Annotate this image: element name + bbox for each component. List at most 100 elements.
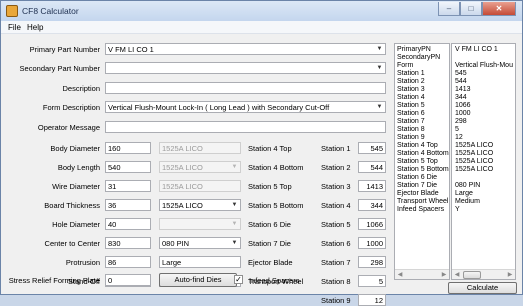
form-description-select[interactable]: Vertical Flush-Mount Lock-In ( Long Lead… [105, 101, 386, 113]
body-length-label: Body Length [57, 163, 100, 172]
summary-value: Large [455, 190, 473, 197]
scroll-thumb[interactable] [463, 271, 481, 279]
station-label: Station 5 [321, 220, 351, 229]
center-to-center-die-value: 080 PIN [162, 239, 190, 248]
hole-diameter-input[interactable]: 40 [105, 218, 151, 230]
wire-diameter-die-value: 1525A LICO [162, 182, 203, 191]
secondary-part-select[interactable]: ▼ [105, 62, 386, 74]
description-label: Description [62, 84, 100, 93]
station-value-input[interactable]: 344 [358, 199, 386, 211]
body-length-input[interactable]: 540 [105, 161, 151, 173]
menu-help[interactable]: Help [27, 23, 43, 32]
body-diameter-die-select[interactable]: 1525A LICO [159, 142, 241, 154]
board-thickness-input[interactable]: 36 [105, 199, 151, 211]
tooling-label: Station 7 Die [248, 239, 291, 248]
station-label: Station 9 [321, 296, 351, 305]
dropdown-arrow-icon[interactable]: ▼ [374, 102, 385, 112]
main-window: CF8 Calculator – □ ✕ File Help Primary P… [0, 0, 523, 306]
menu-file[interactable]: File [8, 23, 21, 32]
summary-value: 1525A LICO [455, 150, 494, 157]
tooling-label: Station 4 Top [248, 144, 292, 153]
protrusion-die-select[interactable]: Large [159, 256, 241, 268]
station-value-input[interactable]: 544 [358, 161, 386, 173]
primary-part-value: V FM LI CO 1 [108, 45, 154, 54]
summary-value: 1413 [455, 86, 471, 93]
summary-key: Station 4 Bottom [397, 150, 449, 157]
form-description-label: Form Description [42, 103, 100, 112]
station-value-input[interactable]: 5 [358, 275, 386, 287]
station-value-input[interactable]: 545 [358, 142, 386, 154]
values-hscroll[interactable]: ◀ ▶ [452, 269, 515, 279]
infeed-spacers-label: Infeed Spacers [249, 276, 300, 285]
menu-bar: File Help [1, 21, 522, 34]
close-button[interactable]: ✕ [482, 2, 516, 16]
window-controls: – □ ✕ [438, 2, 516, 16]
dropdown-arrow-icon[interactable]: ▼ [229, 162, 240, 172]
center-to-center-label: Center to Center [44, 239, 100, 248]
station-value-input[interactable]: 1413 [358, 180, 386, 192]
board-thickness-label: Board Thickness [44, 201, 100, 210]
calculate-button[interactable]: Calculate [448, 282, 517, 294]
body-diameter-input[interactable]: 160 [105, 142, 151, 154]
wire-diameter-die-select[interactable]: 1525A LICO [159, 180, 241, 192]
operator-message-input[interactable] [105, 121, 386, 133]
scroll-left-icon[interactable]: ◀ [395, 270, 405, 279]
scroll-left-icon[interactable]: ◀ [452, 270, 462, 279]
summary-key: SecondaryPN [397, 54, 441, 61]
dropdown-arrow-icon[interactable]: ▼ [374, 63, 385, 73]
summary-key: Station 6 [397, 110, 425, 117]
operator-message-label: Operator Message [37, 123, 100, 132]
summary-key: Form [397, 62, 414, 69]
station-label: Station 1 [321, 144, 351, 153]
wire-diameter-label: Wire Diameter [52, 182, 100, 191]
station-value-input[interactable]: 298 [358, 256, 386, 268]
dropdown-arrow-icon[interactable]: ▼ [229, 219, 240, 229]
body-length-die-select[interactable]: 1525A LICO ▼ [159, 161, 241, 173]
center-to-center-die-select[interactable]: 080 PIN ▼ [159, 237, 241, 249]
description-input[interactable] [105, 82, 386, 94]
minimize-button[interactable]: – [438, 2, 460, 16]
dropdown-arrow-icon[interactable]: ▼ [229, 238, 240, 248]
dropdown-arrow-icon[interactable]: ▼ [229, 200, 240, 210]
protrusion-input[interactable]: 86 [105, 256, 151, 268]
summary-key: Station 2 [397, 78, 425, 85]
infeed-spacers-checkbox[interactable]: ✓ [234, 275, 243, 284]
station-label: Station 4 [321, 201, 351, 210]
auto-find-dies-button[interactable]: Auto-find Dies [159, 273, 237, 287]
secondary-part-label: Secondary Part Number [19, 64, 100, 73]
summary-key: Station 5 [397, 102, 425, 109]
summary-key: Station 6 Die [397, 174, 438, 181]
scroll-right-icon[interactable]: ▶ [439, 270, 449, 279]
center-to-center-input[interactable]: 830 [105, 237, 151, 249]
protrusion-die-value: Large [162, 258, 182, 267]
board-thickness-die-value: 1525A LICO [162, 201, 203, 210]
station-value-input[interactable]: 1066 [358, 218, 386, 230]
dropdown-arrow-icon[interactable]: ▼ [374, 44, 385, 54]
station-label: Station 3 [321, 182, 351, 191]
summary-key: Station 7 [397, 118, 425, 125]
summary-value: 1000 [455, 110, 471, 117]
stress-relief-input[interactable]: 0 [105, 274, 151, 286]
summary-key: Station 4 Top [397, 142, 438, 149]
primary-part-select[interactable]: V FM LI CO 1 ▼ [105, 43, 386, 55]
summary-value: 12 [455, 134, 463, 141]
app-icon [6, 5, 18, 17]
body-diameter-die-value: 1525A LICO [162, 144, 203, 153]
station-value-input[interactable]: 1000 [358, 237, 386, 249]
summary-key: Station 1 [397, 70, 425, 77]
summary-value: 1066 [455, 102, 471, 109]
board-thickness-die-select[interactable]: 1525A LICO ▼ [159, 199, 241, 211]
summary-key: Station 5 Bottom [397, 166, 449, 173]
summary-value: 1525A LICO [455, 142, 494, 149]
tooling-label: Station 6 Die [248, 220, 291, 229]
keys-hscroll[interactable]: ◀ ▶ [395, 269, 449, 279]
station-label: Station 6 [321, 239, 351, 248]
hole-diameter-die-select[interactable]: ▼ [159, 218, 241, 230]
station-label: Station 8 [321, 277, 351, 286]
station-value-input[interactable]: 12 [358, 294, 386, 306]
wire-diameter-input[interactable]: 31 [105, 180, 151, 192]
summary-values-panel[interactable]: V FM LI CO 1 Vertical Flush-Mou 545 544 1413… [451, 43, 516, 280]
summary-keys-panel[interactable]: PrimaryPN SecondaryPN Form Station 1 Station… [394, 43, 450, 280]
maximize-button[interactable]: □ [460, 2, 482, 16]
scroll-right-icon[interactable]: ▶ [505, 270, 515, 279]
